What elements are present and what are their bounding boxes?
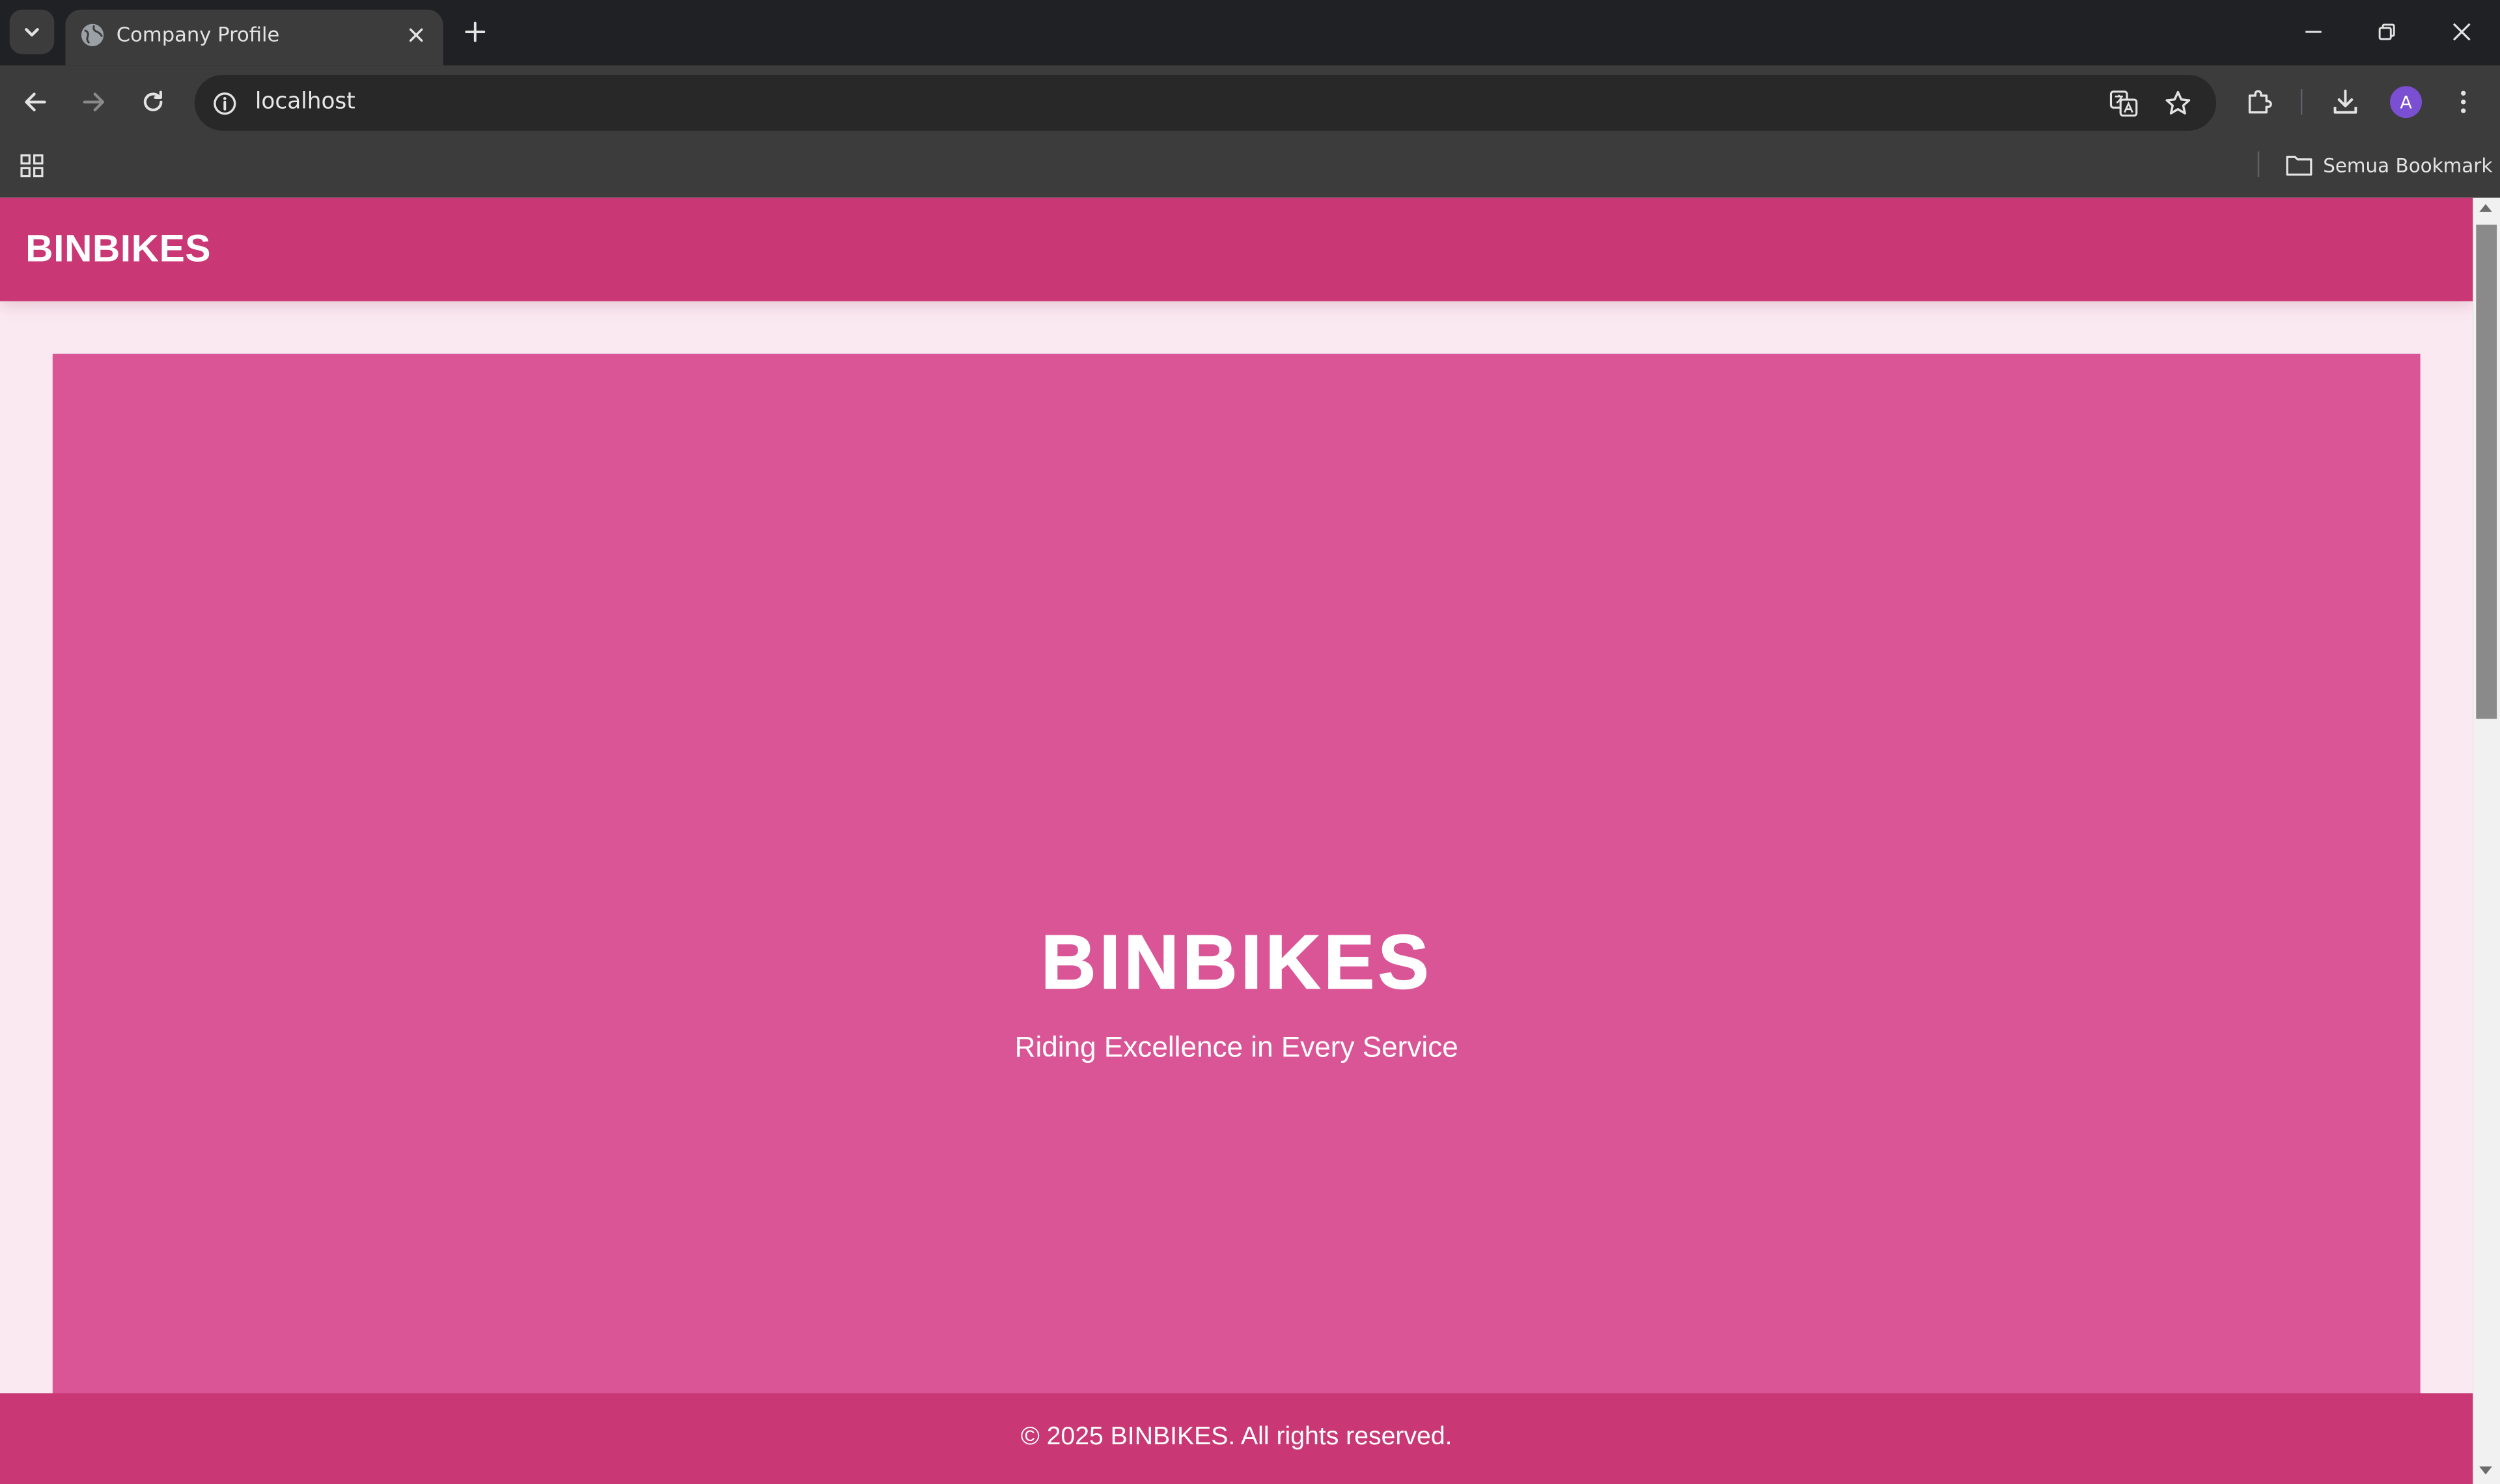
reload-button[interactable]	[134, 83, 173, 121]
kebab-menu-icon	[2461, 90, 2466, 113]
close-icon	[409, 28, 423, 42]
browser-window: Company Profile localhost A Semua Bookma…	[0, 0, 2500, 1484]
toolbar-separator	[2300, 89, 2303, 115]
forward-button[interactable]	[75, 83, 113, 121]
translate-icon	[2109, 90, 2138, 117]
page-scrollbar[interactable]	[2473, 197, 2500, 1484]
apps-grid-icon	[20, 154, 44, 178]
all-bookmarks-label: Semua Bookmark	[2323, 154, 2493, 177]
restore-icon	[2378, 23, 2395, 40]
bookmark-star-button[interactable]	[2160, 86, 2195, 121]
tab-company-profile[interactable]: Company Profile	[65, 9, 443, 66]
bookmarks-bar: Semua Bookmark	[0, 139, 2500, 198]
scroll-down-arrow-icon[interactable]	[2479, 1466, 2492, 1475]
info-icon	[214, 92, 236, 115]
url-text: localhost	[255, 89, 355, 115]
new-tab-button[interactable]	[459, 16, 491, 48]
site-header: BINBIKES	[0, 197, 2473, 301]
arrow-right-icon	[83, 92, 105, 112]
minimize-icon	[2305, 31, 2322, 33]
tab-search-button[interactable]	[9, 9, 55, 55]
minimize-button[interactable]	[2294, 13, 2333, 51]
reload-icon	[143, 90, 163, 111]
tab-title: Company Profile	[116, 22, 280, 47]
restore-button[interactable]	[2368, 13, 2406, 51]
scroll-up-arrow-icon[interactable]	[2479, 204, 2492, 212]
translate-button[interactable]	[2106, 86, 2141, 121]
folder-icon	[2286, 156, 2312, 176]
tab-strip: Company Profile	[0, 0, 2500, 66]
profile-avatar[interactable]: A	[2390, 86, 2423, 118]
site-logo[interactable]: BINBIKES	[25, 228, 211, 273]
bookmarks-separator	[2257, 151, 2260, 177]
scroll-thumb[interactable]	[2476, 225, 2497, 719]
site-footer: © 2025 BINBIKES. All rights reserved.	[0, 1393, 2473, 1484]
close-icon	[2452, 23, 2471, 41]
back-button[interactable]	[16, 83, 54, 121]
browser-menu-button[interactable]	[2444, 83, 2482, 121]
browser-toolbar: localhost A	[0, 65, 2500, 139]
tab-close-button[interactable]	[402, 21, 430, 49]
hero-subtitle: Riding Excellence in Every Service	[1014, 1031, 1458, 1064]
apps-button[interactable]	[16, 150, 48, 182]
address-bar[interactable]: localhost	[194, 75, 2217, 131]
hero-title: BINBIKES	[1040, 921, 1432, 1006]
close-window-button[interactable]	[2443, 13, 2481, 51]
globe-icon	[81, 23, 104, 47]
downloads-button[interactable]	[2326, 83, 2365, 121]
all-bookmarks-button[interactable]: Semua Bookmark	[2285, 148, 2492, 184]
extensions-button[interactable]	[2240, 83, 2279, 121]
puzzle-icon	[2248, 90, 2272, 114]
site-info-button[interactable]	[209, 88, 241, 120]
download-icon	[2333, 89, 2357, 114]
page-viewport: BINBIKES BINBIKES Riding Excellence in E…	[0, 197, 2473, 1484]
star-icon	[2165, 90, 2191, 115]
chevron-down-icon	[25, 28, 39, 37]
plus-icon	[465, 21, 486, 42]
arrow-left-icon	[25, 92, 46, 112]
hero-section: BINBIKES Riding Excellence in Every Serv…	[52, 353, 2421, 1407]
footer-copyright: © 2025 BINBIKES. All rights reserved.	[1020, 1423, 1452, 1451]
